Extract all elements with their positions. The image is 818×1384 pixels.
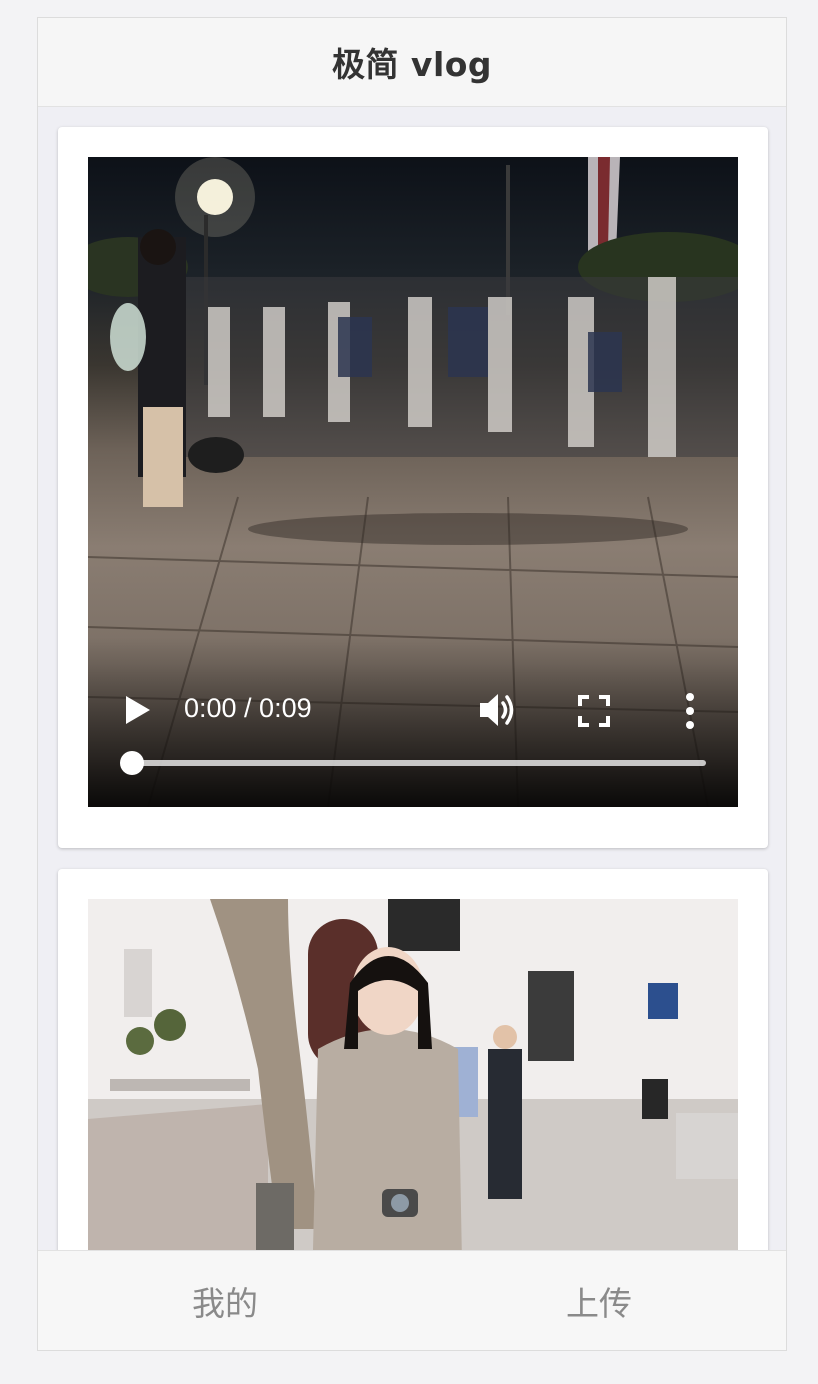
page-title: 极简 vlog [331, 45, 493, 84]
volume-button[interactable] [478, 691, 518, 729]
play-icon [126, 696, 150, 724]
fullscreen-icon [578, 695, 610, 727]
volume-icon [480, 694, 514, 726]
video-frame-art [88, 899, 738, 1253]
play-button[interactable] [124, 695, 152, 725]
fullscreen-button[interactable] [578, 695, 610, 727]
tab-upload[interactable]: 上传 [412, 1251, 786, 1350]
video-card [58, 869, 768, 1253]
more-vert-icon [686, 693, 694, 729]
video-player[interactable] [88, 899, 738, 1253]
video-feed[interactable]: 0:00 / 0:09 [38, 107, 786, 1253]
tab-mine[interactable]: 我的 [38, 1251, 412, 1350]
more-options-button[interactable] [680, 693, 700, 729]
app-frame: 极简 vlog 0:00 / 0:09 我的 上传 [37, 17, 787, 1351]
video-frame-town-street [88, 899, 738, 1253]
video-player[interactable]: 0:00 / 0:09 [88, 157, 738, 807]
video-card: 0:00 / 0:09 [58, 127, 768, 848]
time-display: 0:00 / 0:09 [184, 693, 312, 723]
seek-bar-thumb[interactable] [120, 751, 144, 775]
tab-bar: 我的 上传 [38, 1250, 786, 1350]
navigation-bar: 极简 vlog [38, 18, 786, 107]
seek-bar[interactable] [120, 751, 706, 775]
